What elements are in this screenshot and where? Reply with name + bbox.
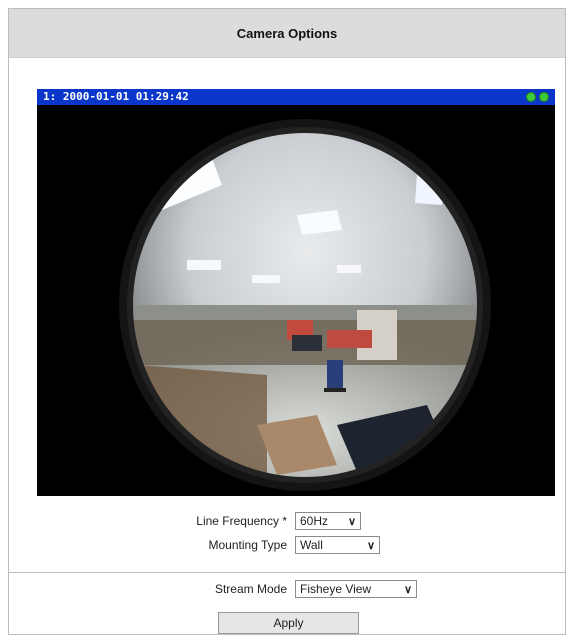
mounting-type-value: Wall bbox=[300, 538, 323, 552]
stream-mode-row: Stream Mode Fisheye View ∨ bbox=[9, 580, 417, 598]
line-frequency-label: Line Frequency * bbox=[196, 514, 287, 528]
camera-options-panel: Camera Options 1: 2000-01-01 01:29:42 Li… bbox=[8, 8, 566, 635]
stream-mode-label: Stream Mode bbox=[214, 582, 287, 596]
stream-mode-select[interactable]: Fisheye View ∨ bbox=[295, 580, 417, 598]
mounting-type-row: Mounting Type Wall ∨ bbox=[9, 536, 380, 554]
chevron-down-icon: ∨ bbox=[403, 583, 412, 596]
line-frequency-row: Line Frequency * 60Hz ∨ bbox=[9, 512, 361, 530]
status-icon bbox=[539, 92, 549, 102]
stream-mode-value: Fisheye View bbox=[300, 582, 372, 596]
status-indicators bbox=[526, 92, 549, 102]
video-overlay-bar: 1: 2000-01-01 01:29:42 bbox=[37, 89, 555, 105]
video-timestamp: 1: 2000-01-01 01:29:42 bbox=[43, 90, 189, 103]
line-frequency-select[interactable]: 60Hz ∨ bbox=[295, 512, 361, 530]
status-icon bbox=[526, 92, 536, 102]
section-divider bbox=[9, 572, 565, 573]
mounting-type-select[interactable]: Wall ∨ bbox=[295, 536, 380, 554]
camera-preview: 1: 2000-01-01 01:29:42 bbox=[37, 89, 555, 496]
mounting-type-label: Mounting Type bbox=[208, 538, 288, 552]
fisheye-image bbox=[37, 105, 555, 496]
line-frequency-value: 60Hz bbox=[300, 514, 329, 528]
apply-button[interactable]: Apply bbox=[218, 612, 359, 634]
chevron-down-icon: ∨ bbox=[366, 539, 375, 552]
chevron-down-icon: ∨ bbox=[347, 515, 356, 528]
panel-title: Camera Options bbox=[9, 9, 565, 58]
